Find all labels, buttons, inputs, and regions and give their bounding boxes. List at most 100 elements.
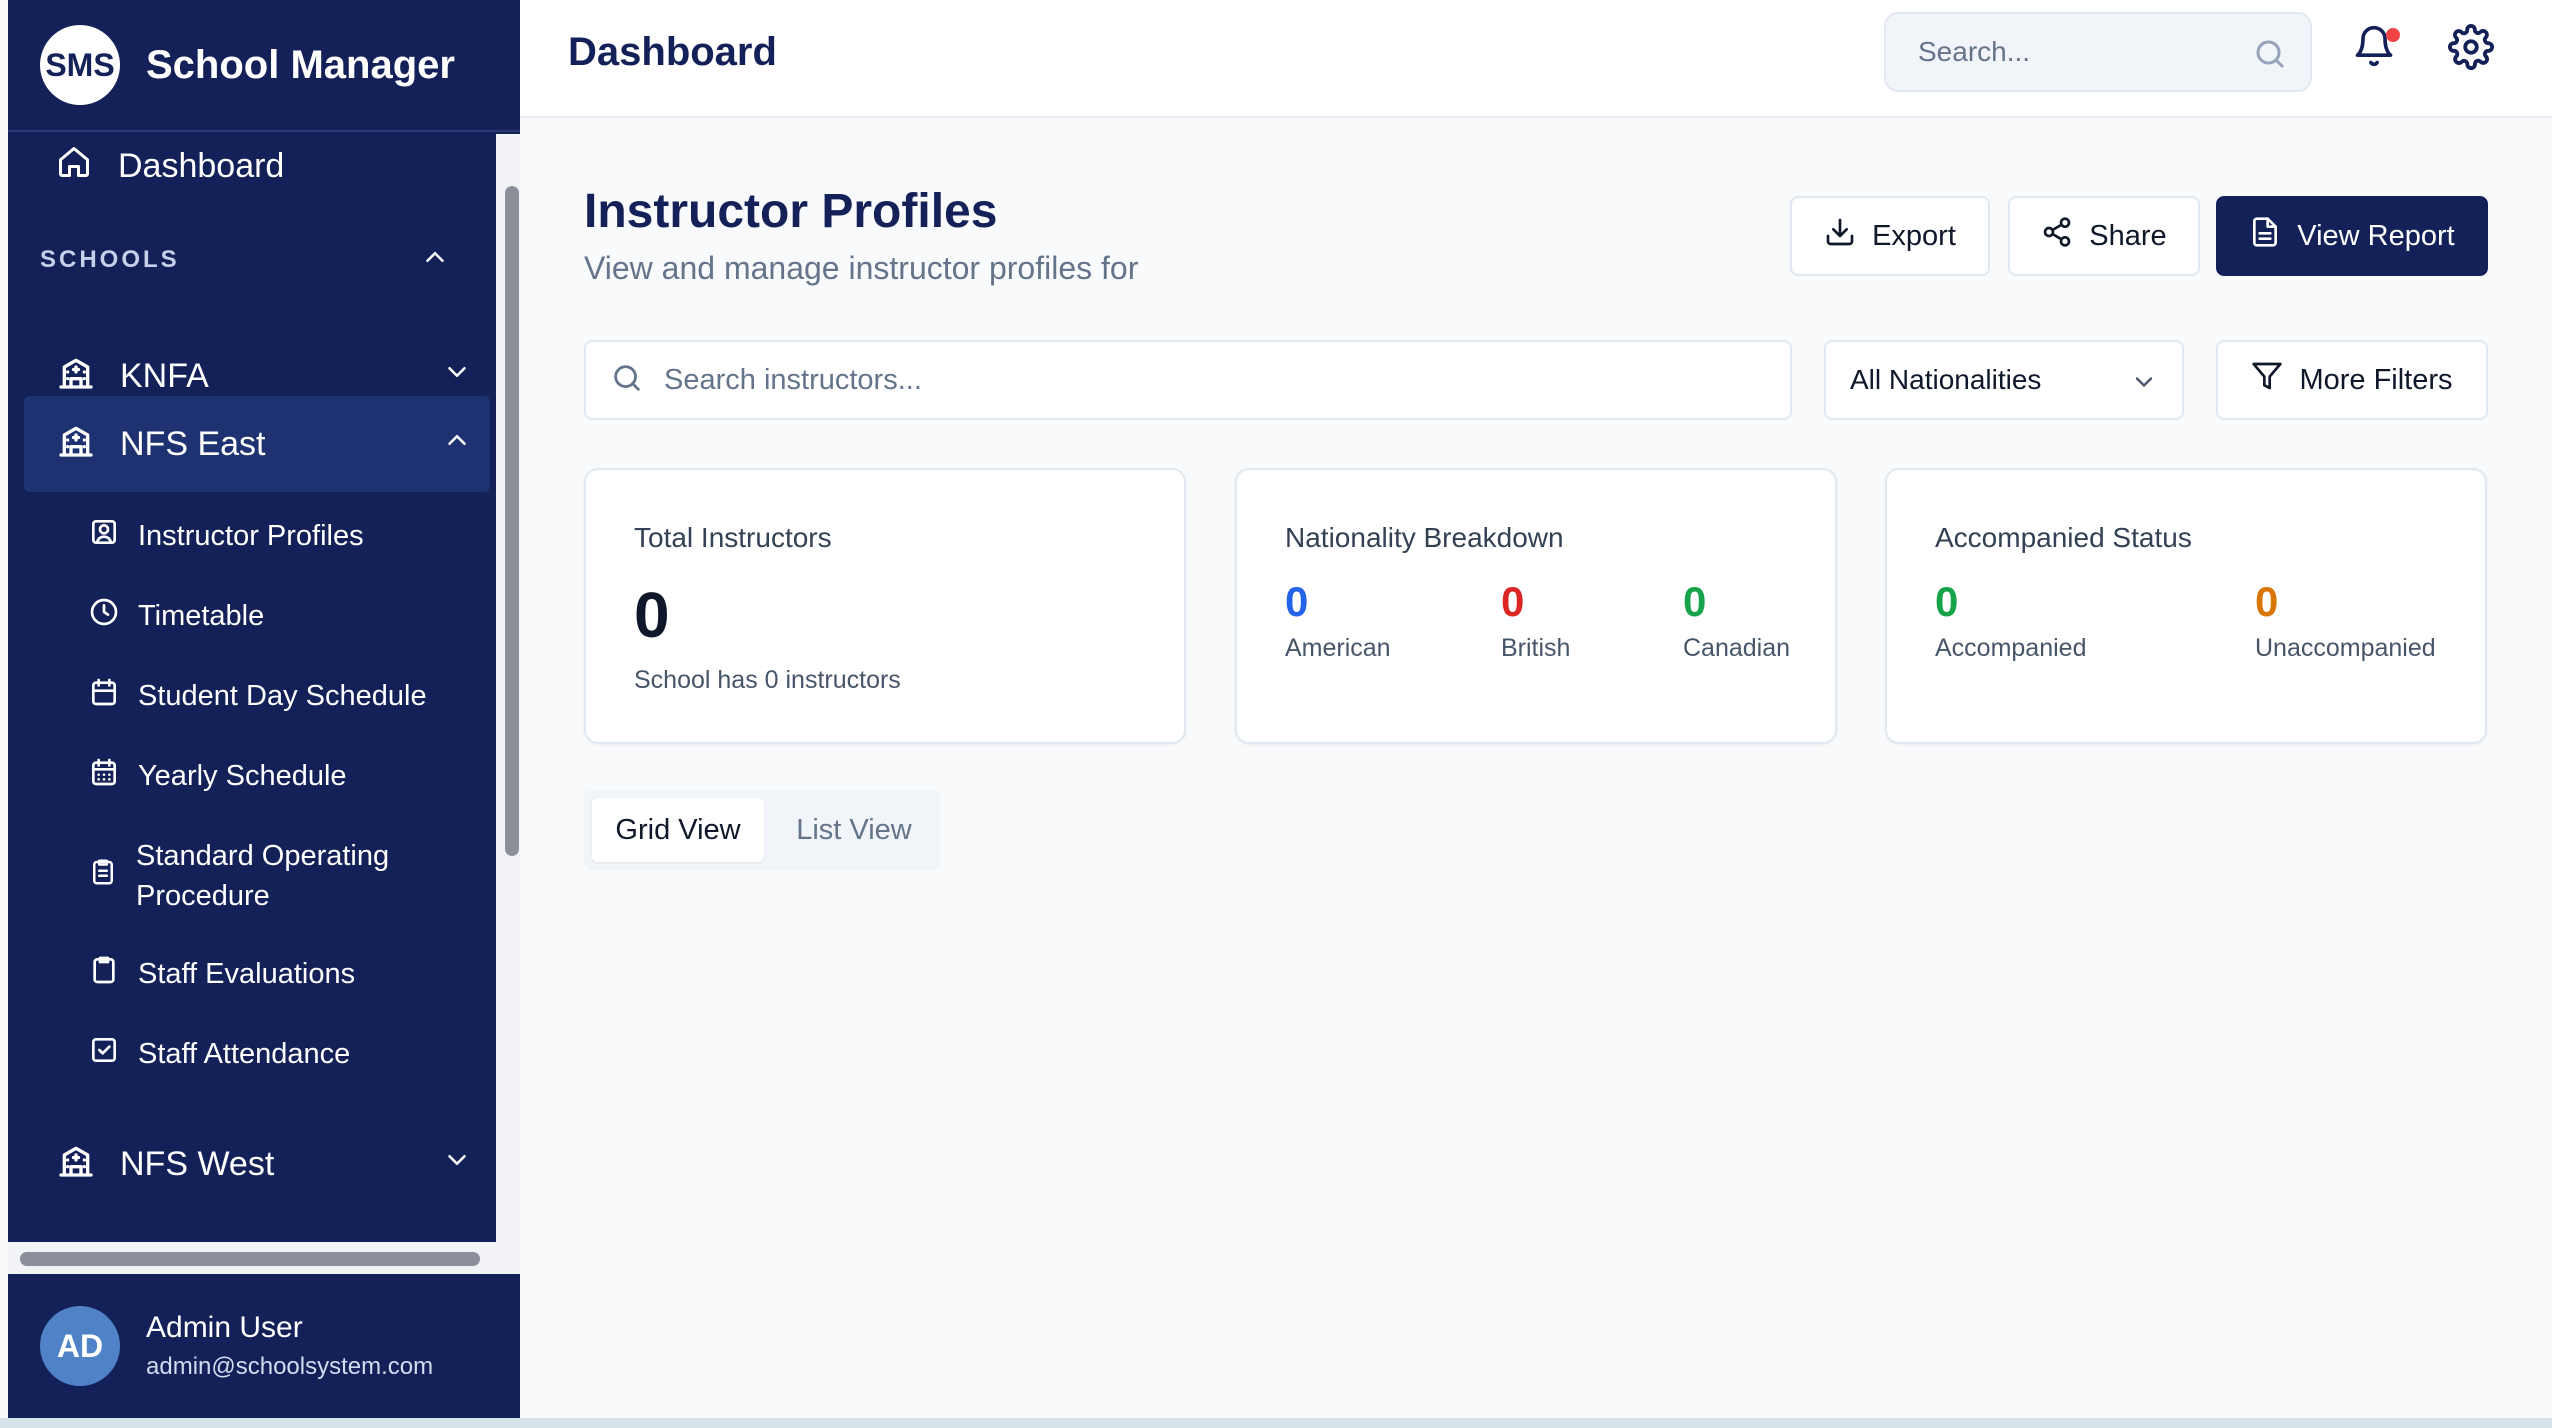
stat-label: American [1285, 634, 1391, 662]
view-toggle: Grid View List View [584, 790, 940, 870]
chevron-down-icon[interactable] [442, 1145, 472, 1184]
sidebar-item-label: Staff Evaluations [138, 958, 356, 990]
total-instructors-card: Total Instructors 0 School has 0 instruc… [584, 468, 1186, 744]
brand[interactable]: SMS School Manager [8, 0, 520, 132]
sidebar-item-label: Dashboard [118, 146, 285, 185]
header-title: Dashboard [568, 30, 777, 74]
clock-icon [88, 596, 120, 636]
stat-value: 0 [2255, 578, 2279, 625]
search-icon [610, 361, 644, 400]
stat-value: 0 [1285, 578, 1309, 625]
view-report-button[interactable]: View Report [2216, 196, 2488, 276]
sidebar-school-nfs-west[interactable]: NFS West [8, 1116, 490, 1212]
school-icon [56, 352, 96, 401]
sidebar-item-staff-attendance[interactable]: Staff Attendance [8, 1022, 490, 1086]
stat-accompanied: 0 Accompanied [1935, 578, 2086, 663]
user-info: Admin User admin@schoolsystem.com [146, 1311, 433, 1381]
school-icon [56, 420, 96, 469]
sidebar-item-label: Timetable [138, 600, 265, 632]
user-name: Admin User [146, 1311, 303, 1344]
stat-american: 0 American [1285, 578, 1391, 663]
school-label: KNFA [120, 356, 209, 395]
nationality-select-value: All Nationalities [1850, 364, 2042, 395]
section-label-schools: SCHOOLS [40, 246, 180, 273]
school-label: NFS East [120, 424, 266, 463]
stat-value: 0 [1935, 578, 1959, 625]
notification-badge [2386, 28, 2400, 42]
sidebar-item-label: Staff Attendance [138, 1038, 351, 1070]
gear-icon[interactable] [2448, 24, 2494, 75]
sidebar-item-instructor-profiles[interactable]: Instructor Profiles [8, 504, 490, 568]
clipboard-list-icon [88, 857, 118, 895]
more-filters-label: More Filters [2299, 363, 2453, 396]
stat-label: Unaccompanied [2255, 634, 2436, 662]
checkbox-icon [88, 1034, 120, 1074]
user-email: admin@schoolsystem.com [146, 1353, 434, 1380]
sidebar-item-label: Standard Operating Procedure [136, 840, 390, 912]
school-icon [56, 1140, 96, 1189]
top-header: Dashboard [520, 0, 2552, 118]
stat-value: 0 [1683, 578, 1707, 625]
more-filters-button[interactable]: More Filters [2216, 340, 2488, 420]
total-instructors-value: 0 [634, 579, 670, 651]
sidebar-vertical-scroll-thumb[interactable] [505, 186, 519, 856]
share-label: Share [2089, 219, 2167, 252]
nationality-select[interactable]: All Nationalities [1824, 340, 2184, 420]
sidebar-item-label: Instructor Profiles [138, 520, 364, 552]
sidebar-item-staff-evaluations[interactable]: Staff Evaluations [8, 942, 490, 1006]
export-button[interactable]: Export [1790, 196, 1990, 276]
sidebar-item-student-day-schedule[interactable]: Student Day Schedule [8, 664, 490, 728]
sidebar-item-label: Yearly Schedule [138, 760, 347, 792]
view-report-label: View Report [2297, 219, 2455, 252]
export-label: Export [1872, 219, 1956, 252]
chevron-up-icon[interactable] [420, 242, 450, 277]
stat-value: 0 [1501, 578, 1525, 625]
app-window: SMS School Manager Dashboard SCHOOLS KNF… [0, 0, 2552, 1418]
stat-label: Canadian [1683, 634, 1791, 662]
tab-grid-view[interactable]: Grid View [592, 798, 764, 862]
stat-label: Accompanied [1935, 634, 2087, 662]
header-search-input[interactable] [1918, 36, 2238, 68]
brand-title: School Manager [146, 42, 455, 87]
sidebar-item-dashboard[interactable]: Dashboard [8, 134, 490, 198]
download-icon [1824, 216, 1872, 256]
stat-canadian: 0 Canadian [1683, 578, 1790, 663]
avatar: AD [40, 1306, 120, 1386]
sidebar-horizontal-scroll-thumb[interactable] [20, 1252, 480, 1266]
sidebar-item-timetable[interactable]: Timetable [8, 584, 490, 648]
tab-list-view[interactable]: List View [774, 798, 934, 862]
sidebar: SMS School Manager Dashboard SCHOOLS KNF… [8, 0, 520, 1418]
school-label: NFS West [120, 1144, 275, 1183]
page-title: Instructor Profiles [584, 185, 998, 238]
stat-label: British [1501, 634, 1571, 662]
card-title: Accompanied Status [1935, 522, 2192, 553]
nationality-breakdown-card: Nationality Breakdown 0 American 0 Briti… [1235, 468, 1837, 744]
filter-icon [2251, 360, 2299, 400]
share-icon [2041, 216, 2089, 256]
accompanied-status-card: Accompanied Status 0 Accompanied 0 Unacc… [1885, 468, 2487, 744]
sidebar-item-yearly-schedule[interactable]: Yearly Schedule [8, 744, 490, 808]
calendar-grid-icon [88, 756, 120, 796]
clipboard-icon [88, 954, 120, 994]
page-subtitle: View and manage instructor profiles for [584, 250, 1139, 286]
total-instructors-note: School has 0 instructors [634, 666, 901, 694]
stat-british: 0 British [1501, 578, 1570, 663]
home-icon [56, 144, 92, 189]
sidebar-nav: Dashboard SCHOOLS KNFA NFS East Instruct… [8, 134, 490, 1242]
sidebar-school-nfs-east[interactable]: NFS East [24, 396, 490, 492]
calendar-icon [88, 676, 120, 716]
chevron-up-icon[interactable] [442, 425, 472, 464]
user-square-icon [88, 516, 120, 556]
user-profile[interactable]: AD Admin User admin@schoolsystem.com [8, 1274, 520, 1418]
sidebar-item-standard-operating-procedure[interactable]: Standard Operating Procedure [8, 830, 490, 922]
card-title: Nationality Breakdown [1285, 522, 1564, 553]
instructor-search [584, 340, 1792, 420]
card-title: Total Instructors [634, 522, 832, 553]
share-button[interactable]: Share [2008, 196, 2200, 276]
stat-unaccompanied: 0 Unaccompanied [2255, 578, 2436, 663]
file-text-icon [2249, 216, 2297, 256]
sidebar-item-label: Student Day Schedule [138, 680, 427, 712]
instructor-search-input[interactable] [664, 363, 1764, 397]
chevron-down-icon[interactable] [442, 357, 472, 396]
brand-logo: SMS [40, 25, 120, 105]
